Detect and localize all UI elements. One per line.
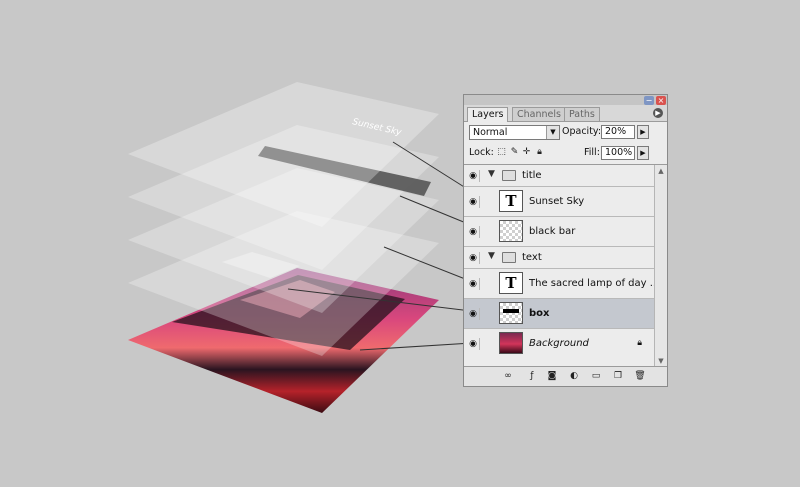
lock-position-icon[interactable]: ✛ — [522, 147, 531, 157]
layer-name: Background — [529, 338, 589, 349]
tab-channels[interactable]: Channels — [512, 107, 566, 121]
blend-mode-value: Normal — [473, 127, 508, 138]
layer-box[interactable]: ◉ box — [464, 299, 654, 329]
new-layer-icon[interactable]: ❐ — [612, 370, 624, 382]
panel-menu-icon[interactable]: ▶ — [653, 108, 663, 118]
expand-arrow-icon[interactable]: ▼ — [488, 169, 495, 179]
fill-slider-button[interactable]: ▶ — [637, 146, 649, 160]
visibility-eye-icon[interactable]: ◉ — [467, 277, 480, 290]
lock-pixels-icon[interactable]: ✎ — [510, 147, 519, 157]
tab-paths[interactable]: Paths — [564, 107, 600, 121]
new-group-icon[interactable]: ▭ — [590, 370, 602, 382]
tab-layers[interactable]: Layers — [467, 107, 509, 122]
box-thumb-shape — [503, 309, 519, 313]
layer-name: text — [522, 252, 542, 263]
layer-list: ◉ ▼ title ◉ T Sunset Sky ◉ black bar ◉ ▼… — [464, 165, 659, 367]
visibility-eye-icon[interactable]: ◉ — [467, 338, 480, 350]
lock-transparency-icon[interactable]: ⬚ — [497, 147, 506, 157]
link-layers-icon[interactable]: ∞ — [502, 370, 514, 382]
lock-label: Lock: — [469, 147, 494, 158]
lock-icon: 🔒︎ — [637, 338, 642, 348]
layer-style-icon[interactable]: ƒ — [526, 370, 538, 382]
layer-name: Sunset Sky — [529, 196, 585, 207]
visibility-eye-icon[interactable]: ◉ — [467, 225, 480, 238]
pixel-layer-thumbnail — [499, 220, 523, 242]
text-layer-thumbnail: T — [499, 190, 523, 212]
pixel-layer-thumbnail — [499, 302, 523, 324]
opacity-slider-button[interactable]: ▶ — [637, 125, 649, 139]
background-thumbnail — [499, 332, 523, 354]
adjustment-layer-icon[interactable]: ◐ — [568, 370, 580, 382]
layer-black-bar[interactable]: ◉ black bar — [464, 217, 654, 247]
lock-all-icon[interactable]: 🔒︎ — [535, 147, 544, 157]
minimize-button[interactable]: − — [644, 96, 654, 105]
layer-name: box — [529, 308, 550, 319]
layer-group-title[interactable]: ◉ ▼ title — [464, 165, 654, 187]
scroll-up-icon[interactable]: ▲ — [655, 165, 667, 177]
opacity-input[interactable]: 20% — [601, 125, 635, 139]
visibility-eye-icon[interactable]: ◉ — [467, 169, 480, 182]
expand-arrow-icon[interactable]: ▼ — [488, 251, 495, 261]
panel-footer-toolbar: ∞ ƒ ◙ ◐ ▭ ❐ 🗑︎ — [464, 366, 667, 386]
fill-label: Fill: — [584, 147, 600, 158]
layer-group-text[interactable]: ◉ ▼ text — [464, 247, 654, 269]
layer-sunset-sky[interactable]: ◉ T Sunset Sky — [464, 187, 654, 217]
panel-titlebar[interactable]: − × — [464, 95, 667, 105]
layer-name: title — [522, 170, 542, 181]
blend-mode-select[interactable]: Normal ▼ — [469, 125, 560, 140]
blend-opacity-row: Normal ▼ Opacity: 20% ▶ — [464, 122, 667, 142]
close-button[interactable]: × — [656, 96, 666, 105]
layer-name: black bar — [529, 226, 576, 237]
folder-icon — [502, 170, 516, 181]
lock-fill-row: Lock: ⬚ ✎ ✛ 🔒︎ Fill: 100% ▶ — [464, 142, 667, 165]
fill-input[interactable]: 100% — [601, 146, 635, 160]
text-layer-thumbnail: T — [499, 272, 523, 294]
layer-name: The sacred lamp of day ... — [529, 278, 660, 289]
layer-list-scrollbar[interactable]: ▲ ▼ — [654, 165, 667, 367]
visibility-eye-icon[interactable]: ◉ — [467, 251, 480, 264]
visibility-eye-icon[interactable]: ◉ — [467, 307, 480, 320]
opacity-label: Opacity: — [562, 126, 602, 137]
layers-panel: − × Layers Channels Paths ▶ Normal ▼ Opa… — [463, 94, 668, 387]
layer-mask-icon[interactable]: ◙ — [546, 370, 558, 382]
layer-background[interactable]: ◉ Background 🔒︎ — [464, 329, 654, 359]
layer-sacred-lamp[interactable]: ◉ T The sacred lamp of day ... — [464, 269, 659, 299]
visibility-eye-icon[interactable]: ◉ — [467, 195, 480, 208]
exploded-layers-illustration: Sunset Sky — [128, 82, 497, 413]
folder-icon — [502, 252, 516, 263]
panel-tabs: Layers Channels Paths ▶ — [464, 105, 667, 122]
delete-layer-icon[interactable]: 🗑︎ — [634, 370, 646, 382]
chevron-down-icon: ▼ — [546, 126, 559, 139]
